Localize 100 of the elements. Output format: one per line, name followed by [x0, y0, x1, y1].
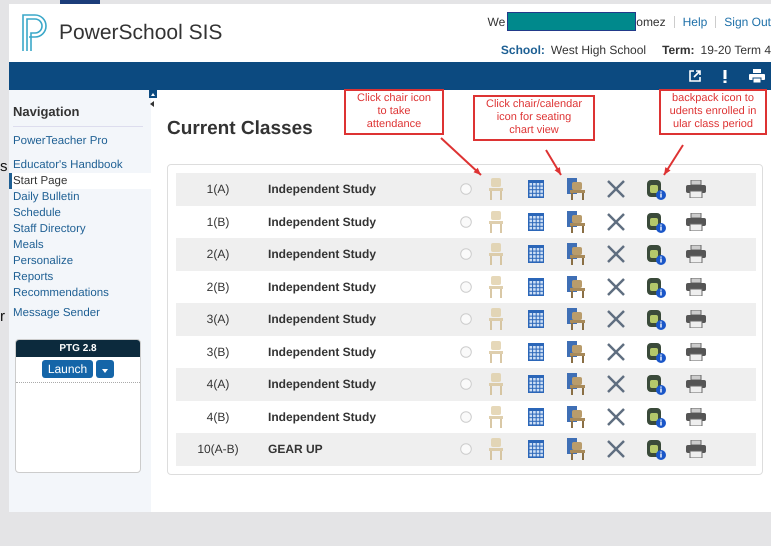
radio-button[interactable]: [460, 346, 472, 358]
backpack-icon[interactable]: [646, 243, 666, 266]
radio-button[interactable]: [460, 216, 472, 228]
seating-chart-icon[interactable]: [567, 210, 585, 233]
calendar-icon[interactable]: [528, 245, 544, 264]
calendar-icon[interactable]: [528, 342, 544, 361]
radio-button[interactable]: [460, 443, 472, 456]
widget-title: PTG 2.8: [16, 340, 140, 357]
nav-item[interactable]: Staff Directory: [9, 221, 151, 237]
nav-item[interactable]: Start Page: [9, 173, 151, 189]
radio-button[interactable]: [460, 313, 472, 326]
crossed-tools-icon[interactable]: [606, 439, 626, 460]
seating-chart-icon[interactable]: [567, 276, 585, 298]
radio-button[interactable]: [460, 183, 472, 196]
callout-arrow: [440, 137, 482, 176]
collapse-left-icon[interactable]: [149, 100, 155, 108]
backpack-icon[interactable]: [646, 276, 666, 298]
dropdown-button[interactable]: [96, 360, 114, 378]
calendar-icon[interactable]: [528, 278, 544, 296]
crossed-tools-icon[interactable]: [606, 244, 626, 264]
printer-icon[interactable]: [686, 342, 706, 361]
course-name: Independent Study: [267, 280, 377, 294]
course-name: Independent Study: [267, 247, 377, 262]
nav-item[interactable]: Reports: [9, 269, 151, 285]
crossed-tools-icon[interactable]: [606, 276, 626, 297]
calendar-icon[interactable]: [528, 180, 544, 198]
annotation-callout: Click chair icon to take attendance: [344, 89, 444, 135]
printer-icon[interactable]: [686, 212, 706, 231]
crossed-tools-icon[interactable]: [606, 212, 626, 232]
nav-item[interactable]: Schedule: [9, 205, 151, 221]
printer-icon[interactable]: [686, 310, 706, 328]
calendar-icon[interactable]: [528, 310, 544, 328]
cut-off-text: s: [0, 159, 8, 174]
backpack-icon[interactable]: [646, 340, 666, 363]
cut-off-text: r: [0, 309, 5, 324]
crossed-tools-icon[interactable]: [606, 374, 626, 394]
school-label: School:: [500, 43, 545, 57]
period-cell-text: 10(A-B): [196, 442, 240, 456]
printer-icon[interactable]: [686, 440, 706, 458]
nav-item[interactable]: Personalize: [9, 253, 151, 269]
nav-item[interactable]: Recommendations: [9, 285, 151, 301]
seating-chart-icon[interactable]: [567, 373, 585, 396]
seating-chart-icon[interactable]: [567, 178, 585, 200]
nav-item[interactable]: Message Sender: [9, 305, 151, 321]
nav-item[interactable]: Daily Bulletin: [9, 189, 151, 205]
crossed-tools-icon[interactable]: [606, 179, 626, 200]
header-link[interactable]: Help: [682, 14, 708, 28]
course-name: Independent Study: [267, 214, 377, 229]
printer-icon[interactable]: [686, 375, 706, 394]
nav-item[interactable]: Educator's Handbook: [9, 157, 151, 173]
backpack-icon[interactable]: [646, 438, 666, 460]
printer-icon[interactable]: [686, 408, 706, 426]
backpack-icon[interactable]: [646, 373, 666, 396]
calendar-icon[interactable]: [528, 375, 544, 394]
nav-item[interactable]: PowerTeacher Pro: [9, 133, 151, 149]
backpack-icon[interactable]: [646, 178, 666, 200]
calendar-icon[interactable]: [528, 212, 544, 231]
course-name: Independent Study: [267, 377, 377, 392]
collapse-up-icon[interactable]: [149, 90, 157, 98]
backpack-icon[interactable]: [646, 210, 666, 233]
caret-icon: [102, 369, 108, 373]
backpack-icon[interactable]: [646, 406, 666, 428]
launch-button[interactable]: Launch: [42, 360, 94, 378]
nav-item[interactable]: Meals: [9, 237, 151, 253]
period-cell-text: 2(B): [206, 280, 230, 294]
printer-icon[interactable]: [686, 180, 706, 198]
course-name: Independent Study: [267, 312, 377, 326]
page-title: Current Classes: [167, 118, 313, 140]
backpack-icon[interactable]: [646, 308, 666, 330]
external-link-icon[interactable]: [689, 70, 701, 82]
alert-icon[interactable]: [723, 70, 727, 82]
seating-chart-icon[interactable]: [567, 340, 585, 363]
radio-button[interactable]: [460, 280, 472, 293]
callout-arrow: [545, 149, 562, 176]
welcome-text: We: [487, 14, 506, 28]
calendar-icon[interactable]: [528, 408, 544, 426]
period-cell-text: 1(A): [206, 182, 230, 196]
seating-chart-icon[interactable]: [567, 438, 585, 460]
annotation-callout: Click chair/calendar icon for seating chart view: [473, 95, 595, 141]
welcome-text: omez: [636, 14, 666, 28]
course-name: Independent Study: [267, 410, 377, 424]
printer-icon[interactable]: [686, 278, 706, 296]
radio-button[interactable]: [460, 248, 472, 260]
radio-button[interactable]: [460, 378, 472, 390]
printer-icon[interactable]: [749, 69, 765, 83]
seating-chart-icon[interactable]: [567, 243, 585, 266]
term-name: 19-20 Term 4: [700, 43, 771, 57]
period-cell-text: 4(A): [206, 377, 230, 392]
product-name: PowerSchool SIS: [59, 21, 222, 45]
crossed-tools-icon[interactable]: [606, 342, 626, 362]
header-link[interactable]: Sign Out: [724, 14, 771, 28]
period-cell-text: 3(A): [206, 312, 230, 326]
calendar-icon[interactable]: [528, 440, 544, 458]
crossed-tools-icon[interactable]: [606, 406, 626, 427]
crossed-tools-icon[interactable]: [606, 309, 626, 330]
seating-chart-icon[interactable]: [567, 308, 585, 330]
printer-icon[interactable]: [686, 245, 706, 264]
seating-chart-icon[interactable]: [567, 406, 585, 428]
annotation-callout: backpack icon to udents enrolled in ular class period: [659, 89, 767, 135]
radio-button[interactable]: [460, 410, 472, 423]
